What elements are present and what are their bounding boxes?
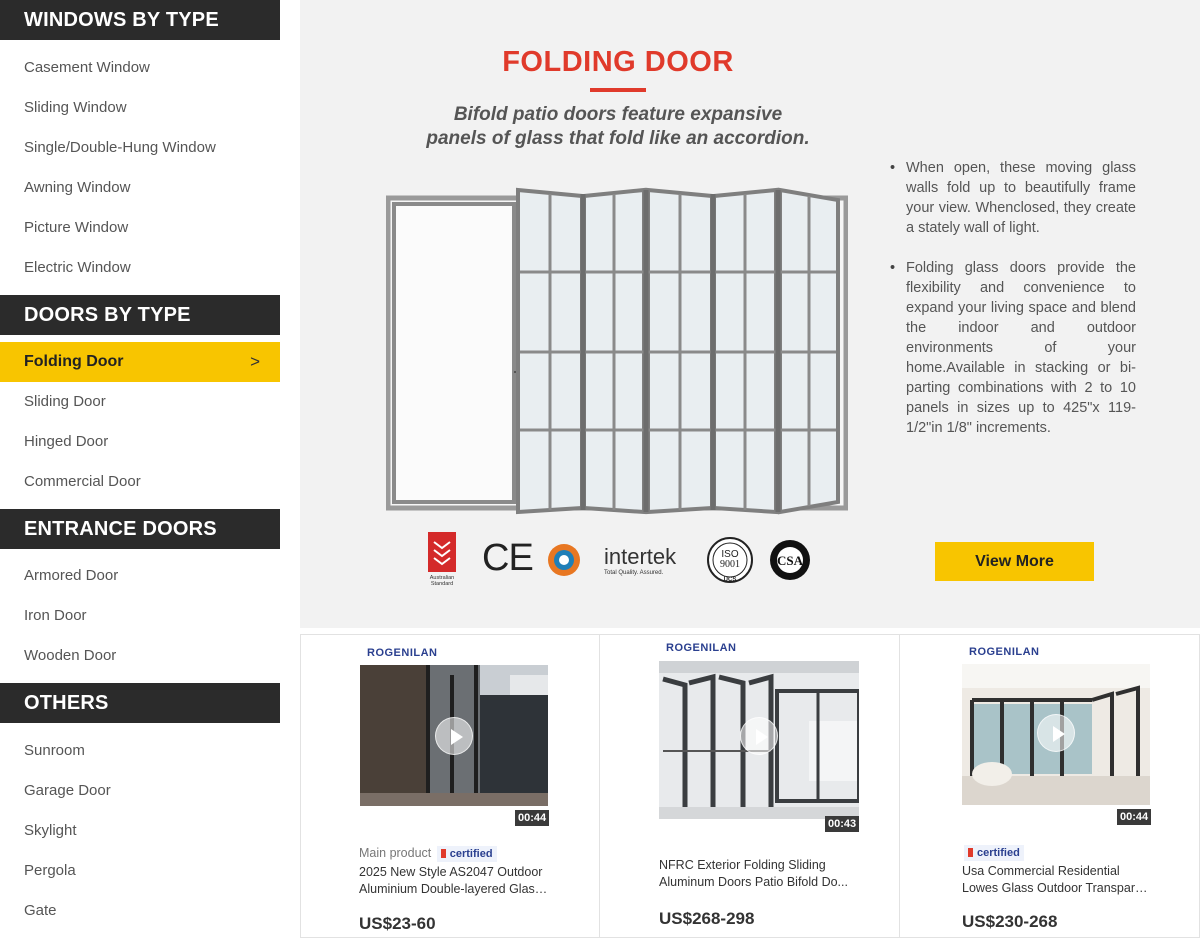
bullet-item: When open, these moving glass walls fold…	[890, 158, 1136, 238]
chevron-right-icon: >	[250, 352, 260, 371]
sidebar-item-skylight[interactable]: Skylight	[24, 821, 77, 841]
intertek-logo: intertek Total Quality. Assured.	[604, 544, 677, 576]
play-icon[interactable]	[740, 717, 778, 755]
certification-logos: Australian Standard CE intertek Total Qu…	[422, 530, 822, 590]
folding-door-feature: FOLDING DOOR Bifold patio doors feature …	[300, 0, 1200, 628]
subtitle-line-1: Bifold patio doors feature expansive	[453, 104, 783, 125]
sidebar-item-picture-window[interactable]: Picture Window	[24, 218, 128, 238]
sidebar-item-electric-window[interactable]: Electric Window	[24, 258, 131, 278]
sidebar-item-garage-door[interactable]: Garage Door	[24, 781, 111, 801]
csa-logo: CSA	[770, 540, 810, 580]
sidebar-item-commercial-door[interactable]: Commercial Door	[24, 472, 141, 492]
sidebar-item-casement-window[interactable]: Casement Window	[24, 58, 150, 78]
sidebar-item-iron-door[interactable]: Iron Door	[24, 606, 87, 626]
svg-text:9001: 9001	[720, 559, 740, 570]
sidebar-item-hung-window[interactable]: Single/Double-Hung Window	[24, 138, 216, 158]
sidebar-item-armored-door[interactable]: Armored Door	[24, 566, 118, 586]
product-title-line: Aluminum Doors Patio Bifold Do...	[659, 875, 848, 889]
product-video-thumbnail[interactable]	[659, 661, 859, 819]
brand-logo: ROGENILAN	[367, 647, 438, 659]
product-card[interactable]: ROGENILAN 00:43 NFRC Exterior Folding Sl…	[599, 634, 900, 938]
ce-mark-logo: CE	[482, 537, 534, 579]
video-duration: 00:43	[825, 816, 860, 832]
video-duration: 00:44	[515, 810, 550, 826]
section-header-windows: WINDOWS BY TYPE	[0, 0, 280, 40]
product-card[interactable]: ROGENILAN 00:44 Main product certified 2…	[300, 634, 600, 938]
product-video-thumbnail[interactable]	[962, 664, 1150, 805]
iso-9001-logo: ISO 9001 UCS	[707, 537, 753, 583]
product-title[interactable]: 2025 New Style AS2047 Outdoor Aluminium …	[359, 864, 549, 898]
play-icon[interactable]	[435, 717, 473, 755]
certified-badge: certified	[436, 846, 497, 862]
title-underline	[590, 88, 646, 92]
folding-door-illustration	[386, 187, 848, 515]
energy-rating-logo	[548, 544, 580, 576]
product-title-line: Usa Commercial Residential	[962, 864, 1120, 878]
section-header-others: OTHERS	[0, 683, 280, 723]
sidebar-item-hinged-door[interactable]: Hinged Door	[24, 432, 108, 452]
svg-text:Standard: Standard	[431, 581, 453, 586]
sidebar-item-pergola[interactable]: Pergola	[24, 861, 76, 881]
product-title-line: Aluminium Double-layered Glass...	[359, 882, 549, 896]
sidebar-item-sliding-window[interactable]: Sliding Window	[24, 98, 127, 118]
product-title[interactable]: NFRC Exterior Folding Sliding Aluminum D…	[659, 857, 869, 891]
product-meta: certified	[962, 844, 1024, 861]
sidebar-item-awning-window[interactable]: Awning Window	[24, 178, 130, 198]
subtitle-line-2: panels of glass that fold like an accord…	[426, 128, 810, 149]
certified-badge: certified	[964, 845, 1024, 861]
product-price: US$23-60	[359, 914, 436, 933]
feature-subtitle: Bifold patio doors feature expansive pan…	[300, 103, 936, 151]
sidebar-item-folding-door[interactable]: Folding Door >	[0, 342, 280, 382]
intertek-wordmark: intertek	[604, 544, 677, 569]
australian-standard-logo: Australian Standard	[428, 532, 456, 586]
product-title-line: 2025 New Style AS2047 Outdoor	[359, 865, 543, 879]
bullet-item: Folding glass doors provide the flexibil…	[890, 258, 1136, 438]
video-duration: 00:44	[1117, 809, 1152, 825]
brand-logo: ROGENILAN	[969, 646, 1040, 658]
section-header-doors: DOORS BY TYPE	[0, 295, 280, 335]
product-video-thumbnail[interactable]	[360, 665, 548, 806]
svg-text:CSA: CSA	[777, 553, 804, 568]
svg-text:UCS: UCS	[724, 577, 737, 583]
sidebar-item-sunroom[interactable]: Sunroom	[24, 741, 85, 761]
brand-logo: ROGENILAN	[666, 642, 737, 654]
sidebar-item-wooden-door[interactable]: Wooden Door	[24, 646, 116, 666]
product-price: US$230-268	[962, 912, 1058, 931]
sidebar-item-label: Folding Door	[24, 353, 124, 370]
product-title[interactable]: Usa Commercial Residential Lowes Glass O…	[962, 863, 1152, 897]
feature-title: FOLDING DOOR	[502, 46, 734, 78]
product-meta: Main product certified	[359, 845, 497, 862]
intertek-tagline: Total Quality. Assured.	[604, 570, 664, 576]
product-title-line: Lowes Glass Outdoor Transpare...	[962, 881, 1152, 895]
view-more-button[interactable]: View More	[935, 542, 1094, 581]
feature-bullets: When open, these moving glass walls fold…	[890, 158, 1136, 458]
product-title-line: NFRC Exterior Folding Sliding	[659, 858, 826, 872]
sidebar-item-sliding-door[interactable]: Sliding Door	[24, 392, 106, 412]
section-header-entrance: ENTRANCE DOORS	[0, 509, 280, 549]
category-sidebar: WINDOWS BY TYPE Casement Window Sliding …	[0, 0, 280, 938]
product-price: US$268-298	[659, 909, 755, 928]
sidebar-item-gate[interactable]: Gate	[24, 901, 57, 921]
product-card[interactable]: ROGENILAN 00:44 certified Usa Commercial…	[899, 634, 1200, 938]
main-product-tag: Main product	[359, 846, 432, 860]
play-icon[interactable]	[1037, 714, 1075, 752]
